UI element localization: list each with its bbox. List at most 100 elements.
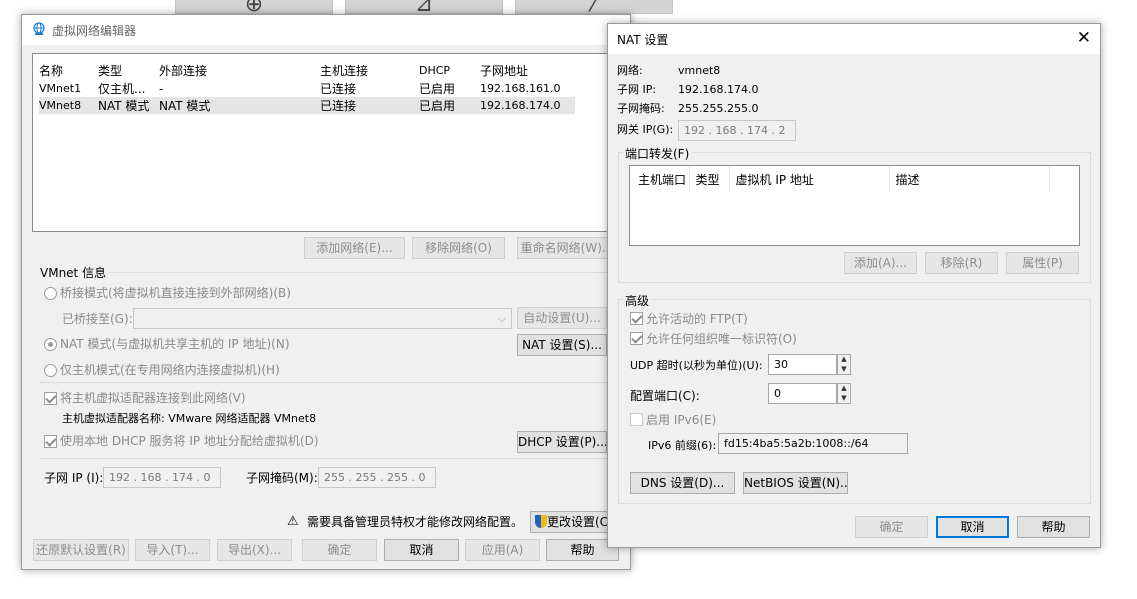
pf-properties-button[interactable]: 属性(P) [1006, 252, 1079, 274]
bridged-mode-radio[interactable] [44, 287, 57, 300]
nat-titlebar: NAT 设置 ✕ [608, 24, 1100, 54]
cell: NAT 模式 [159, 99, 211, 113]
col-description[interactable]: 描述 [889, 166, 1050, 192]
ipv6-label: 启用 IPv6(E) [646, 413, 717, 427]
ipv6-prefix-label: IPv6 前缀(6): [648, 439, 717, 452]
pf-list-header: 主机端口 类型 虚拟机 IP 地址 描述 [630, 166, 1050, 192]
col-subnet[interactable]: 子网地址 [480, 60, 575, 80]
config-port-label: 配置端口(C): [630, 389, 700, 403]
table-row[interactable]: VMnet8 NAT 模式 NAT 模式 已连接 已启用 192.168.174… [39, 97, 575, 114]
config-port-spinner[interactable]: ▲ ▼ [837, 383, 851, 404]
port-forwarding-title: 端口转发(F) [623, 145, 692, 162]
nat-subnet-mask-value: 255.255.255.0 [678, 102, 759, 115]
gateway-label: 网关 IP(G): [617, 123, 674, 136]
allow-oui-checkbox[interactable] [630, 332, 643, 345]
subnet-ip-field[interactable]: 192 . 168 . 174 . 0 [103, 467, 221, 488]
remove-network-button[interactable]: 移除网络(O) [412, 237, 505, 259]
editor-title: 虚拟网络编辑器 [52, 24, 137, 38]
host-only-radio[interactable] [44, 364, 57, 377]
dns-settings-button[interactable]: DNS 设置(D)... [630, 472, 735, 494]
pf-remove-button[interactable]: 移除(R) [925, 252, 998, 274]
subnet-mask-label: 子网掩码(M): [246, 471, 318, 485]
vmnet-info-title: VMnet 信息 [40, 265, 110, 281]
nat-help-button[interactable]: 帮助 [1017, 516, 1090, 538]
cancel-button[interactable]: 取消 [384, 539, 459, 561]
connect-adapter-label: 将主机虚拟适配器连接到此网络(V) [60, 391, 246, 405]
col-type[interactable]: 类型 [98, 60, 159, 80]
ok-button[interactable]: 确定 [302, 539, 377, 561]
gateway-field[interactable]: 192 . 168 . 174 . 2 [678, 120, 796, 141]
col-pf-type[interactable]: 类型 [689, 166, 730, 192]
udp-timeout-input[interactable]: 30 [768, 354, 837, 375]
allow-ftp-label: 允许活动的 FTP(T) [646, 312, 748, 326]
network-list[interactable]: 名称 类型 外部连接 主机连接 DHCP 子网地址 VMnet1 仅主机... … [32, 53, 614, 232]
virtual-network-editor-window: 虚拟网络编辑器 名称 类型 外部连接 主机连接 DHCP 子网地址 VMnet1… [21, 14, 632, 570]
port-forwarding-list[interactable]: 主机端口 类型 虚拟机 IP 地址 描述 [629, 165, 1080, 246]
warning-icon: ⚠ [287, 514, 299, 529]
cell: VMnet1 [39, 82, 82, 95]
udp-timeout-label: UDP 超时(以秒为单位)(U): [630, 359, 763, 372]
cell: NAT 模式 [98, 99, 150, 113]
list-header: 名称 类型 外部连接 主机连接 DHCP 子网地址 [39, 60, 575, 80]
nat-mode-radio[interactable] [44, 338, 57, 351]
spin-down-icon[interactable]: ▼ [838, 394, 850, 404]
netbios-settings-button[interactable]: NetBIOS 设置(N)... [743, 472, 848, 494]
bridged-to-select[interactable]: ⌵ [133, 308, 512, 329]
config-port-input[interactable]: 0 [768, 383, 837, 404]
import-button[interactable]: 导入(T)... [135, 539, 210, 561]
udp-timeout-spinner[interactable]: ▲ ▼ [837, 354, 851, 375]
col-vm-ip[interactable]: 虚拟机 IP 地址 [729, 166, 890, 192]
add-network-button[interactable]: 添加网络(E)... [304, 237, 405, 259]
admin-shield-icon [535, 515, 547, 528]
col-external[interactable]: 外部连接 [159, 60, 320, 80]
subnet-ip-label: 子网 IP (I): [44, 471, 104, 485]
apply-button[interactable]: 应用(A) [465, 539, 540, 561]
host-only-label: 仅主机模式(在专用网络内连接虚拟机)(H) [60, 363, 280, 377]
cell: 已连接 [320, 82, 357, 96]
nat-subnet-ip-label: 子网 IP: [617, 83, 657, 96]
rename-network-button[interactable]: 重命名网络(W)... [517, 237, 617, 259]
network-value: vmnet8 [678, 64, 721, 77]
export-button[interactable]: 导出(X)... [217, 539, 292, 561]
nat-settings-button[interactable]: NAT 设置(S)... [517, 334, 607, 356]
ipv6-prefix-field[interactable]: fd15:4ba5:5a2b:1008::/64 [718, 433, 908, 454]
use-dhcp-checkbox[interactable] [44, 435, 57, 448]
cell: 仅主机... [98, 82, 146, 96]
cell: VMnet8 [39, 99, 82, 112]
cell: 192.168.174.0 [480, 99, 561, 112]
close-icon[interactable]: ✕ [1077, 28, 1091, 48]
pf-add-button[interactable]: 添加(A)... [844, 252, 917, 274]
spin-up-icon[interactable]: ▲ [838, 384, 850, 394]
auto-settings-button[interactable]: 自动设置(U)... [517, 307, 607, 329]
table-row[interactable]: VMnet1 仅主机... - 已连接 已启用 192.168.161.0 [39, 80, 575, 97]
subnet-mask-field[interactable]: 255 . 255 . 255 . 0 [318, 467, 436, 488]
col-name[interactable]: 名称 [39, 60, 98, 80]
nat-subnet-ip-value: 192.168.174.0 [678, 83, 759, 96]
nat-title: NAT 设置 [617, 33, 669, 47]
cell: 192.168.161.0 [480, 82, 561, 95]
col-host-port[interactable]: 主机端口 [630, 166, 690, 192]
cell: - [159, 81, 164, 96]
cell: 已连接 [320, 99, 357, 113]
bridged-to-label: 已桥接至(G): [62, 312, 133, 326]
network-label: 网络: [617, 64, 643, 77]
col-host[interactable]: 主机连接 [320, 60, 419, 80]
change-settings-label: 更改设置(C) [547, 515, 613, 529]
advanced-title: 高级 [623, 292, 652, 309]
allow-oui-label: 允许任何组织唯一标识符(O) [646, 332, 797, 346]
cell: 已启用 [419, 99, 456, 113]
nat-cancel-button[interactable]: 取消 [936, 516, 1009, 538]
allow-ftp-checkbox[interactable] [630, 312, 643, 325]
restore-defaults-button[interactable]: 还原默认设置(R) [33, 539, 129, 561]
spin-up-icon[interactable]: ▲ [838, 355, 850, 365]
nat-ok-button[interactable]: 确定 [855, 516, 928, 538]
nat-mode-label: NAT 模式(与虚拟机共享主机的 IP 地址)(N) [60, 337, 290, 351]
ipv6-checkbox[interactable] [630, 413, 643, 426]
subnet-divider [40, 458, 616, 459]
col-dhcp[interactable]: DHCP [419, 60, 480, 80]
admin-notice-text: 需要具备管理员特权才能修改网络配置。 [307, 515, 524, 529]
connect-adapter-checkbox[interactable] [44, 392, 57, 405]
dhcp-settings-button[interactable]: DHCP 设置(P)... [517, 431, 607, 453]
editor-titlebar: 虚拟网络编辑器 [22, 15, 630, 45]
spin-down-icon[interactable]: ▼ [838, 365, 850, 375]
